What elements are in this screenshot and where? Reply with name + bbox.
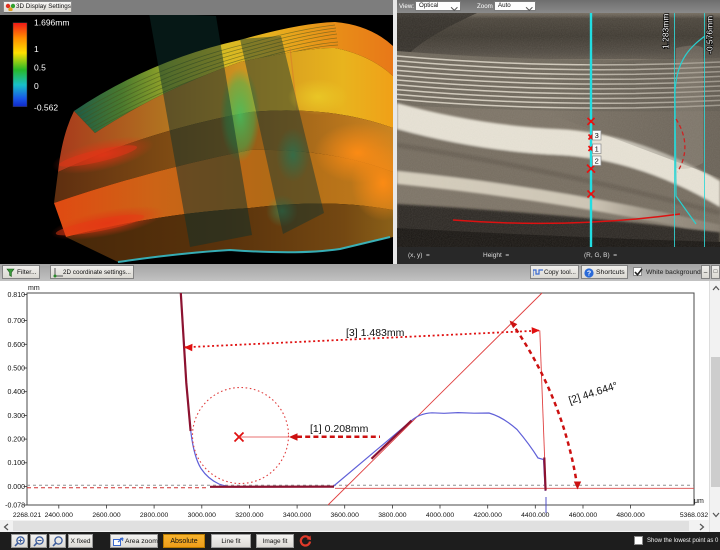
svg-text:[1] 0.208mm: [1] 0.208mm bbox=[310, 423, 369, 435]
svg-text:1: 1 bbox=[34, 44, 39, 54]
svg-text:5368.032: 5368.032 bbox=[680, 512, 709, 519]
svg-text:2: 2 bbox=[595, 157, 599, 166]
svg-text:4600.000: 4600.000 bbox=[569, 512, 598, 519]
svg-text:-0.078: -0.078 bbox=[5, 503, 25, 510]
svg-text:3: 3 bbox=[595, 131, 599, 140]
svg-text:0.700: 0.700 bbox=[7, 318, 25, 325]
svg-text:-0.562: -0.562 bbox=[34, 103, 58, 113]
svg-text:4200.000: 4200.000 bbox=[474, 512, 503, 519]
svg-text:2600.000: 2600.000 bbox=[92, 512, 121, 519]
svg-text:0.300: 0.300 bbox=[7, 413, 25, 420]
svg-text:0.600: 0.600 bbox=[7, 342, 25, 349]
svg-text:3800.000: 3800.000 bbox=[378, 512, 407, 519]
svg-text:mm: mm bbox=[28, 285, 40, 292]
svg-text:0: 0 bbox=[34, 81, 39, 91]
svg-text:0.100: 0.100 bbox=[7, 460, 25, 467]
svg-text:μm: μm bbox=[694, 498, 704, 505]
svg-text:1: 1 bbox=[595, 145, 599, 154]
svg-text:4800.000: 4800.000 bbox=[616, 512, 645, 519]
svg-text:0.5: 0.5 bbox=[34, 63, 46, 73]
svg-text:0.500: 0.500 bbox=[7, 366, 25, 373]
svg-text:4000.000: 4000.000 bbox=[426, 512, 455, 519]
svg-text:0.810: 0.810 bbox=[7, 292, 25, 299]
svg-text:2800.000: 2800.000 bbox=[140, 512, 169, 519]
svg-text:0.400: 0.400 bbox=[7, 389, 25, 396]
svg-text:0.000: 0.000 bbox=[7, 484, 25, 491]
svg-text:?: ? bbox=[587, 271, 591, 278]
svg-text:[3] 1.483mm: [3] 1.483mm bbox=[346, 327, 405, 339]
svg-text:0.200: 0.200 bbox=[7, 437, 25, 444]
svg-text:2400.000: 2400.000 bbox=[45, 512, 74, 519]
svg-text:1.696mm: 1.696mm bbox=[34, 18, 69, 28]
svg-text:2268.021: 2268.021 bbox=[13, 512, 42, 519]
svg-text:4400.000: 4400.000 bbox=[521, 512, 550, 519]
svg-text:3200.000: 3200.000 bbox=[235, 512, 264, 519]
svg-text:1.283mm: 1.283mm bbox=[661, 14, 671, 49]
svg-text:3000.000: 3000.000 bbox=[188, 512, 217, 519]
svg-text:3600.000: 3600.000 bbox=[331, 512, 360, 519]
svg-text:3400.000: 3400.000 bbox=[283, 512, 312, 519]
svg-text:-0.576mm: -0.576mm bbox=[705, 16, 715, 54]
